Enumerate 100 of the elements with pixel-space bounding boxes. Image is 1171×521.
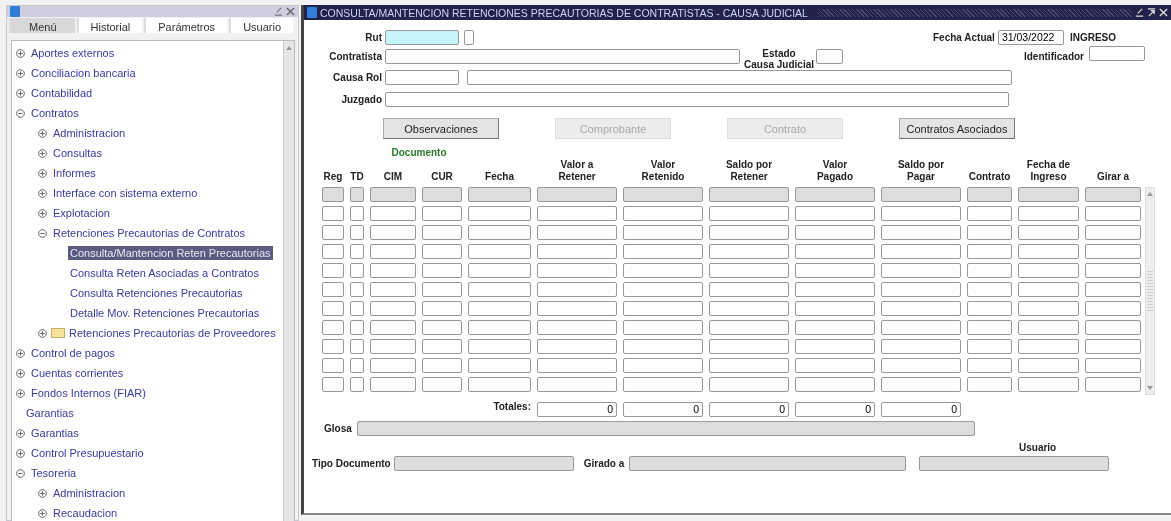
expand-icon[interactable] — [38, 488, 47, 498]
scroll-down-icon[interactable] — [1147, 386, 1153, 390]
table-cell[interactable] — [350, 244, 364, 259]
table-cell[interactable] — [623, 187, 703, 202]
table-cell[interactable] — [350, 320, 364, 335]
table-cell[interactable] — [967, 263, 1012, 278]
expand-icon[interactable] — [16, 68, 25, 78]
table-cell[interactable] — [370, 301, 416, 316]
input-field[interactable] — [816, 48, 844, 64]
tree-item[interactable]: Detalle Mov. Retenciones Precautorias — [68, 306, 262, 320]
table-cell[interactable] — [537, 244, 617, 259]
tree-item[interactable]: Control Presupuestario — [29, 446, 146, 460]
table-cell[interactable] — [709, 358, 789, 373]
table-cell[interactable] — [1018, 282, 1079, 297]
table-cell[interactable] — [537, 320, 617, 335]
table-cell[interactable] — [881, 244, 961, 259]
table-cell[interactable] — [1085, 320, 1141, 335]
table-cell[interactable] — [795, 377, 875, 392]
table-cell[interactable] — [468, 301, 531, 316]
table-cell[interactable] — [468, 358, 531, 373]
tree-item[interactable]: Recaudacion — [51, 506, 120, 520]
table-cell[interactable] — [350, 187, 364, 202]
table-cell[interactable] — [967, 244, 1012, 259]
input-field[interactable] — [1089, 45, 1145, 61]
tree-item[interactable]: Retenciones Precautorias de Contratos — [51, 226, 247, 240]
table-cell[interactable] — [370, 187, 416, 202]
table-cell[interactable] — [623, 263, 703, 278]
tab[interactable]: Historial — [76, 18, 143, 33]
table-cell[interactable] — [537, 339, 617, 354]
expand-icon[interactable] — [38, 208, 47, 218]
table-cell[interactable] — [1018, 377, 1079, 392]
table-cell[interactable] — [322, 358, 344, 373]
collapse-icon[interactable] — [16, 108, 25, 118]
table-cell[interactable] — [322, 339, 344, 354]
table-cell[interactable] — [370, 225, 416, 240]
scroll-up-icon[interactable] — [286, 46, 292, 50]
table-cell[interactable] — [468, 244, 531, 259]
table-cell[interactable] — [322, 282, 344, 297]
table-cell[interactable] — [422, 339, 462, 354]
table-cell[interactable] — [1085, 282, 1141, 297]
input-field[interactable] — [385, 92, 1009, 107]
tree-item[interactable]: Administracion — [51, 126, 128, 140]
table-cell[interactable] — [881, 339, 961, 354]
table-cell[interactable] — [350, 263, 364, 278]
tree-item[interactable]: Fondos Internos (FIAR) — [29, 386, 148, 400]
table-cell[interactable] — [422, 187, 462, 202]
table-cell[interactable] — [537, 187, 617, 202]
table-cell[interactable] — [795, 301, 875, 316]
table-cell[interactable] — [350, 282, 364, 297]
table-cell[interactable] — [422, 377, 462, 392]
expand-icon[interactable] — [16, 428, 25, 438]
table-cell[interactable] — [322, 263, 344, 278]
input-field[interactable] — [393, 456, 574, 471]
table-cell[interactable] — [967, 187, 1012, 202]
table-cell[interactable] — [881, 206, 961, 221]
table-cell[interactable] — [795, 244, 875, 259]
tree-item[interactable]: Contabilidad — [29, 86, 95, 100]
table-cell[interactable] — [370, 206, 416, 221]
table-cell[interactable] — [1018, 320, 1079, 335]
table-cell[interactable] — [881, 377, 961, 392]
table-cell[interactable] — [709, 377, 789, 392]
table-cell[interactable] — [1085, 301, 1141, 316]
table-cell[interactable] — [709, 320, 789, 335]
table-cell[interactable] — [967, 301, 1012, 316]
table-cell[interactable] — [370, 377, 416, 392]
table-cell[interactable] — [967, 339, 1012, 354]
table-cell[interactable] — [709, 301, 789, 316]
table-cell[interactable] — [623, 358, 703, 373]
table-cell[interactable] — [623, 377, 703, 392]
table-cell[interactable] — [967, 282, 1012, 297]
table-cell[interactable] — [623, 206, 703, 221]
table-cell[interactable] — [623, 320, 703, 335]
expand-icon[interactable] — [38, 128, 47, 138]
scrollbar[interactable] — [283, 41, 294, 521]
action-button[interactable]: Contratos Asociados — [899, 118, 1015, 139]
glosa-field[interactable] — [356, 421, 975, 436]
input-field[interactable] — [464, 30, 474, 45]
table-cell[interactable] — [1018, 263, 1079, 278]
tree-item[interactable]: Consulta/Mantencion Reten Precautorias — [68, 246, 273, 260]
table-cell[interactable] — [422, 282, 462, 297]
table-cell[interactable] — [709, 244, 789, 259]
tree-item[interactable]: Consulta Retenciones Precautorias — [68, 286, 245, 300]
tree-item[interactable]: Aportes externos — [29, 46, 117, 60]
expand-icon[interactable] — [16, 448, 25, 458]
expand-icon[interactable] — [16, 348, 25, 358]
table-cell[interactable] — [623, 282, 703, 297]
table-cell[interactable] — [795, 358, 875, 373]
table-cell[interactable] — [967, 358, 1012, 373]
expand-icon[interactable] — [16, 88, 25, 98]
table-cell[interactable] — [422, 263, 462, 278]
table-cell[interactable] — [1085, 377, 1141, 392]
expand-icon[interactable] — [16, 48, 25, 58]
table-cell[interactable] — [709, 263, 789, 278]
table-cell[interactable] — [350, 206, 364, 221]
table-cell[interactable] — [709, 339, 789, 354]
table-cell[interactable] — [967, 225, 1012, 240]
table-cell[interactable] — [795, 206, 875, 221]
table-cell[interactable] — [422, 206, 462, 221]
table-cell[interactable] — [350, 339, 364, 354]
scroll-thumb[interactable] — [1147, 271, 1153, 311]
